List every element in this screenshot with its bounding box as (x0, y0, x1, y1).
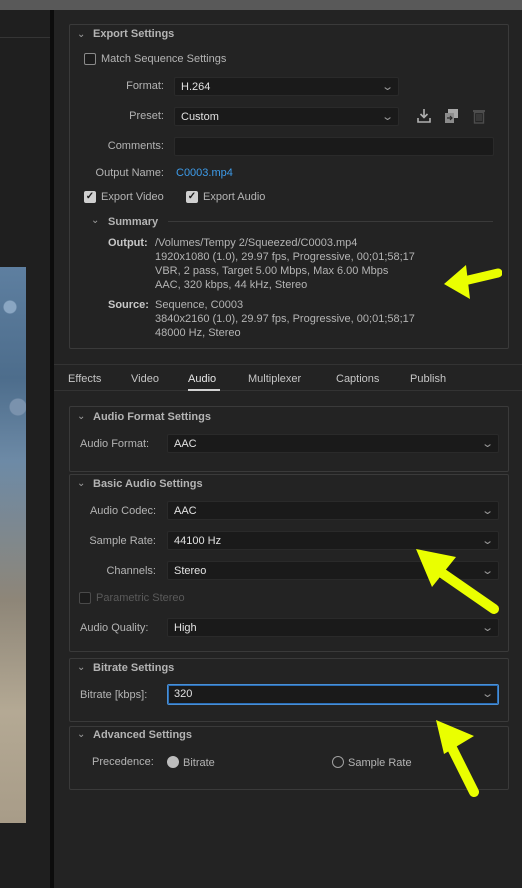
summary-output-label: Output: (108, 237, 148, 249)
summary-source-label: Source: (108, 299, 149, 311)
chevron-down-icon: ⌄ (480, 688, 494, 700)
match-sequence-label: Match Sequence Settings (101, 53, 227, 65)
annotation-arrow-icon (444, 265, 502, 299)
summary-source-line: Sequence, C0003 (155, 299, 244, 311)
precedence-bitrate-radio[interactable] (167, 756, 179, 768)
preset-dropdown[interactable]: Custom ⌄ (174, 107, 399, 126)
match-sequence-checkbox[interactable] (84, 53, 96, 65)
channels-label: Channels: (106, 565, 156, 577)
parametric-stereo-label: Parametric Stereo (96, 592, 185, 604)
tab-effects[interactable]: Effects (68, 373, 101, 385)
download-icon[interactable] (416, 108, 432, 124)
audio-format-dropdown[interactable]: AAC ⌄ (167, 434, 499, 453)
summary-divider (168, 221, 493, 222)
section-title: Bitrate Settings (93, 662, 175, 674)
tab-video[interactable]: Video (131, 373, 159, 385)
precedence-sample-rate-label: Sample Rate (348, 757, 412, 769)
preview-divider-line (0, 37, 50, 38)
summary-output-line: VBR, 2 pass, Target 5.00 Mbps, Max 6.00 … (155, 265, 389, 277)
output-name-link[interactable]: C0003.mp4 (176, 167, 233, 179)
summary-source-block: Sequence, C0003 3840x2160 (1.0), 29.97 f… (155, 298, 415, 340)
precedence-sample-rate-radio[interactable] (332, 756, 344, 768)
export-video-label: Export Video (101, 191, 164, 203)
preview-topbar (0, 0, 54, 10)
summary-output-line: 1920x1080 (1.0), 29.97 fps, Progressive,… (155, 251, 415, 263)
section-title: Export Settings (93, 28, 175, 40)
summary-source-line: 3840x2160 (1.0), 29.97 fps, Progressive,… (155, 313, 415, 325)
annotation-arrow-icon (436, 720, 479, 797)
chevron-down-icon[interactable]: ⌄ (77, 662, 85, 673)
tab-multiplexer[interactable]: Multiplexer (248, 373, 301, 385)
format-dropdown[interactable]: H.264 ⌄ (174, 77, 399, 96)
chevron-down-icon[interactable]: ⌄ (91, 215, 99, 226)
active-tab-indicator (188, 389, 220, 391)
annotation-arrow-icon (416, 549, 499, 614)
tab-captions[interactable]: Captions (336, 373, 379, 385)
sample-rate-label: Sample Rate: (89, 535, 156, 547)
precedence-bitrate-label: Bitrate (183, 757, 215, 769)
import-icon[interactable] (443, 108, 460, 124)
export-audio-checkbox[interactable]: ✓ (186, 191, 198, 203)
audio-format-label: Audio Format: (80, 438, 150, 450)
chevron-down-icon[interactable]: ⌄ (77, 29, 85, 40)
output-name-label: Output Name: (95, 167, 164, 179)
parametric-stereo-checkbox (79, 592, 91, 604)
bitrate-value: 320 (174, 688, 193, 700)
preset-value: Custom (181, 111, 219, 123)
chevron-down-icon[interactable]: ⌄ (77, 478, 85, 489)
section-title: Basic Audio Settings (93, 478, 203, 490)
channels-value: Stereo (174, 565, 207, 577)
chevron-down-icon: ⌄ (480, 438, 494, 450)
precedence-label: Precedence: (92, 756, 154, 768)
chevron-down-icon: ⌄ (380, 111, 394, 123)
section-title: Audio Format Settings (93, 411, 211, 423)
preview-video-frame (0, 267, 26, 823)
summary-output-line: /Volumes/Tempy 2/Squeezed/C0003.mp4 (155, 237, 358, 249)
audio-codec-value: AAC (174, 505, 197, 517)
comments-input[interactable] (174, 137, 494, 156)
tab-audio[interactable]: Audio (188, 373, 216, 385)
format-value: H.264 (181, 81, 211, 93)
preset-label: Preset: (129, 110, 164, 122)
export-audio-label: Export Audio (203, 191, 266, 203)
chevron-down-icon: ⌄ (380, 81, 394, 93)
section-title: Advanced Settings (93, 729, 193, 741)
summary-output-block: /Volumes/Tempy 2/Squeezed/C0003.mp4 1920… (155, 236, 415, 292)
chevron-down-icon: ⌄ (480, 622, 494, 634)
chevron-down-icon[interactable]: ⌄ (77, 411, 85, 422)
bitrate-dropdown[interactable]: 320 ⌄ (167, 684, 499, 705)
tab-publish[interactable]: Publish (410, 373, 446, 385)
bitrate-label: Bitrate [kbps]: (80, 689, 148, 701)
format-label: Format: (126, 80, 164, 92)
summary-title: Summary (108, 216, 159, 228)
export-video-checkbox[interactable]: ✓ (84, 191, 96, 203)
summary-source-line: 48000 Hz, Stereo (155, 327, 241, 339)
panel-topbar (54, 0, 522, 10)
audio-codec-dropdown[interactable]: AAC ⌄ (167, 501, 499, 520)
sample-rate-value: 44100 Hz (174, 535, 222, 547)
audio-codec-label: Audio Codec: (89, 505, 156, 517)
audio-quality-value: High (174, 622, 197, 634)
comments-label: Comments: (107, 140, 164, 152)
audio-quality-label: Audio Quality: (80, 622, 149, 634)
audio-quality-dropdown[interactable]: High ⌄ (167, 618, 499, 637)
chevron-down-icon: ⌄ (480, 505, 494, 517)
audio-format-value: AAC (174, 438, 197, 450)
summary-output-line: AAC, 320 kbps, 44 kHz, Stereo (155, 279, 308, 291)
chevron-down-icon[interactable]: ⌄ (77, 729, 85, 740)
trash-icon (473, 110, 485, 124)
